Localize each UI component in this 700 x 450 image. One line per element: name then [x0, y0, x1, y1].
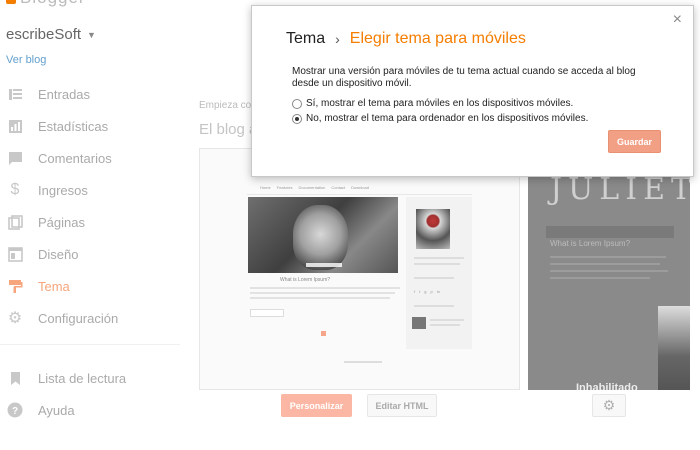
sidebar-item-label: Estadísticas [38, 118, 109, 134]
bookmark-icon [7, 370, 23, 386]
pages-icon [7, 214, 23, 230]
sidebar-item-help[interactable]: ? Ayuda [0, 394, 185, 426]
earnings-icon: $ [10, 181, 20, 198]
sidebar-item-posts[interactable]: Entradas [0, 78, 185, 110]
preview-sidebar: f t g p in [406, 197, 472, 349]
help-icon: ? [7, 402, 23, 418]
preview-read-more [250, 309, 284, 317]
view-blog-link[interactable]: Ver blog [6, 54, 46, 66]
sidebar-item-stats[interactable]: Estadísticas [0, 110, 185, 142]
theme-icon [7, 278, 23, 294]
edit-html-button[interactable]: Editar HTML [367, 394, 437, 417]
stats-icon [7, 118, 23, 134]
sidebar-item-label: Configuración [38, 310, 119, 326]
radio-button[interactable] [292, 98, 302, 109]
preview-hero-image [248, 197, 398, 273]
blog-selector[interactable]: escribeSoft ▼ [6, 26, 96, 43]
starts-text: Empieza co [199, 100, 252, 111]
save-button[interactable]: Guardar [608, 130, 661, 153]
mobile-settings-button[interactable]: ⚙ [592, 394, 626, 417]
breadcrumb-root[interactable]: Tema [286, 30, 325, 48]
preview-post-title: What is Lorem Ipsum? [280, 277, 331, 283]
sidebar-item-label: Tema [38, 278, 70, 294]
close-icon[interactable]: × [673, 12, 682, 28]
live-blog-heading: El blog a [199, 121, 258, 138]
sidebar-item-reading-list[interactable]: Lista de lectura [0, 362, 185, 394]
logo-text: Blogger [20, 0, 86, 8]
blogger-logo-icon [6, 0, 16, 4]
sidebar-item-label: Ingresos [38, 182, 88, 198]
svg-text:?: ? [12, 406, 18, 417]
mobile-theme-dialog: × Tema › Elegir tema para móviles Mostra… [251, 5, 694, 177]
sidebar-item-label: Lista de lectura [38, 370, 127, 386]
desktop-theme-preview[interactable]: Home Features Documentation Contact Down… [199, 148, 520, 390]
sidebar-item-label: Páginas [38, 214, 85, 230]
option-show-desktop[interactable]: No, mostrar el tema para ordenador en lo… [292, 113, 588, 124]
customize-button[interactable]: Personalizar [281, 394, 352, 417]
sidebar-item-label: Comentarios [38, 150, 112, 166]
sidebar: Entradas Estadísticas Comentarios $ Ingr… [0, 78, 185, 426]
blogger-logo[interactable]: Blogger [6, 0, 186, 10]
sidebar-item-comments[interactable]: Comentarios [0, 142, 185, 174]
radio-button-checked[interactable] [292, 113, 302, 124]
sidebar-item-label: Diseño [38, 246, 79, 262]
sidebar-item-earnings[interactable]: $ Ingresos [0, 174, 185, 206]
layout-icon [7, 246, 23, 262]
blog-name: escribeSoft [6, 26, 82, 43]
preview-nav-item: Contact [331, 185, 346, 190]
sidebar-item-pages[interactable]: Páginas [0, 206, 185, 238]
option-show-mobile[interactable]: Sí, mostrar el tema para móviles en los … [292, 98, 573, 109]
breadcrumb-separator: › [335, 31, 340, 47]
dialog-title: Elegir tema para móviles [349, 30, 526, 47]
posts-icon [7, 86, 23, 102]
sidebar-item-label: Ayuda [38, 402, 75, 418]
dialog-description: Mostrar una versión para móviles de tu t… [292, 66, 636, 89]
sidebar-item-settings[interactable]: ⚙ Configuración [0, 302, 185, 334]
comments-icon [7, 150, 23, 166]
dialog-breadcrumb: Tema › Elegir tema para móviles [286, 30, 526, 48]
sidebar-item-theme[interactable]: Tema [0, 270, 185, 302]
sidebar-divider [0, 344, 180, 345]
gear-icon: ⚙ [602, 397, 616, 413]
mobile-theme-preview[interactable]: JULIET What is Lorem Ipsum? Inhabilitado [528, 148, 690, 390]
sidebar-item-layout[interactable]: Diseño [0, 238, 185, 270]
preview-nav-item: Download [351, 185, 369, 190]
option-label: Sí, mostrar el tema para móviles en los … [306, 98, 574, 109]
option-label: No, mostrar el tema para ordenador en lo… [306, 113, 589, 124]
mobile-preview-subtitle: What is Lorem Ipsum? [550, 239, 631, 248]
sidebar-item-label: Entradas [38, 86, 91, 102]
chevron-down-icon: ▼ [87, 29, 96, 40]
mobile-disabled-label: Inhabilitado [576, 382, 638, 390]
preview-nav-item: Features [276, 185, 293, 190]
preview-nav: Home Features Documentation Contact Down… [260, 185, 369, 190]
preview-nav-item: Home [260, 185, 271, 190]
preview-nav-item: Documentation [298, 185, 326, 190]
gear-icon: ⚙ [7, 310, 23, 327]
mobile-preview-title: JULIET [550, 172, 690, 207]
